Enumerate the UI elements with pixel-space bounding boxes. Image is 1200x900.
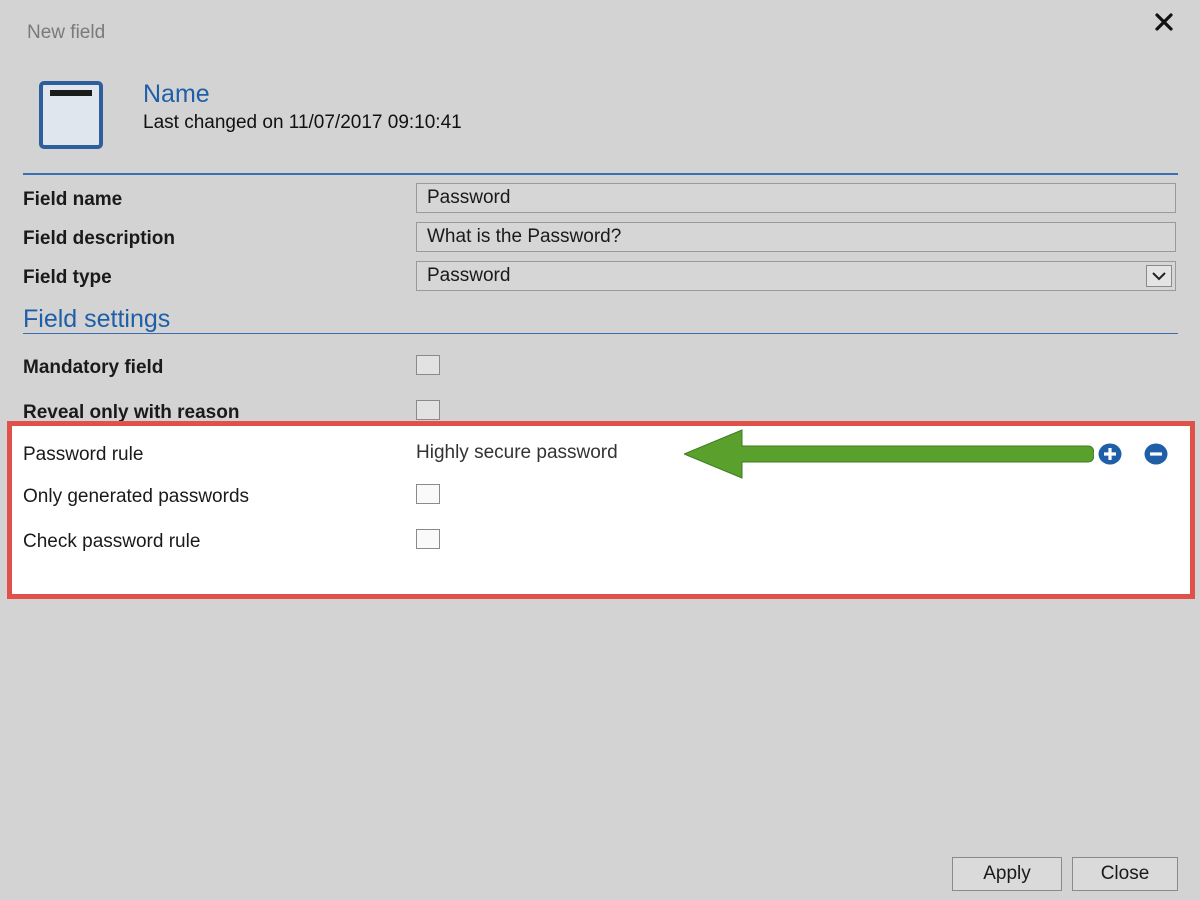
last-changed-text: Last changed on 11/07/2017 09:10:41: [143, 112, 462, 133]
dialog-title: New field: [27, 22, 106, 43]
dropdown-button[interactable]: [1146, 265, 1172, 287]
mandatory-field-checkbox[interactable]: [416, 355, 440, 375]
field-description-input[interactable]: [416, 222, 1176, 252]
close-icon[interactable]: [1152, 10, 1176, 34]
field-icon: [39, 81, 103, 149]
password-rule-value[interactable]: Highly secure password: [416, 442, 618, 464]
remove-rule-icon[interactable]: [1144, 443, 1168, 465]
check-rule-checkbox[interactable]: [416, 529, 440, 549]
header-name: Name: [143, 80, 210, 108]
field-type-value: Password: [427, 265, 511, 286]
password-rule-label: Password rule: [23, 444, 144, 465]
field-type-label: Field type: [23, 267, 112, 288]
reveal-reason-checkbox[interactable]: [416, 400, 440, 420]
field-settings-title: Field settings: [23, 305, 171, 333]
add-rule-icon[interactable]: [1098, 443, 1122, 465]
chevron-down-icon: [1152, 272, 1166, 281]
close-button[interactable]: Close: [1072, 857, 1178, 891]
header-divider: [23, 173, 1178, 175]
settings-divider: [23, 333, 1178, 334]
check-rule-label: Check password rule: [23, 531, 201, 552]
field-name-label: Field name: [23, 189, 123, 210]
only-generated-label: Only generated passwords: [23, 486, 250, 507]
mandatory-field-label: Mandatory field: [23, 357, 164, 378]
new-field-dialog: New field Name Last changed on 11/07/201…: [0, 0, 1200, 900]
field-description-label: Field description: [23, 228, 176, 249]
arrow-annotation: [684, 429, 1094, 479]
only-generated-checkbox[interactable]: [416, 484, 440, 504]
apply-button[interactable]: Apply: [952, 857, 1062, 891]
field-type-select[interactable]: Password: [416, 261, 1176, 291]
field-name-input[interactable]: [416, 183, 1176, 213]
